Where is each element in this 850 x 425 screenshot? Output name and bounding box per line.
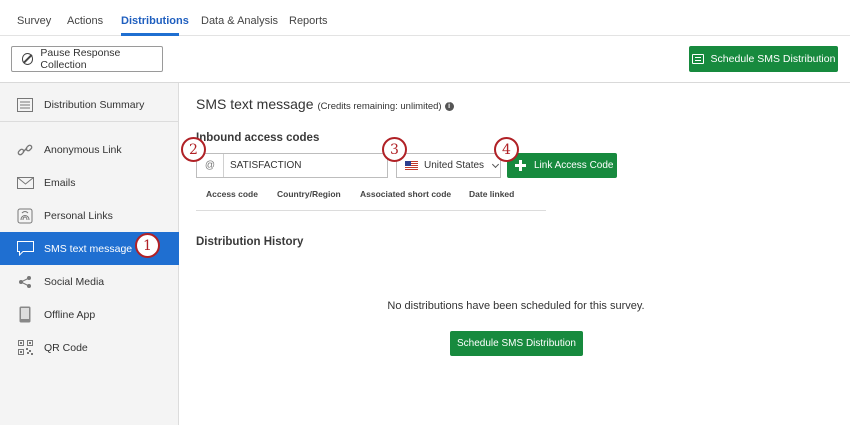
sidebar-item-emails[interactable]: Emails: [0, 166, 179, 199]
sidebar-item-qr-code[interactable]: QR Code: [0, 331, 179, 364]
sidebar-item-offline-app[interactable]: Offline App: [0, 298, 179, 331]
inbound-access-codes-heading: Inbound access codes: [196, 132, 320, 144]
table-divider: [196, 210, 546, 211]
sidebar-item-label: Anonymous Link: [44, 143, 122, 156]
page-title-text: SMS text message: [196, 96, 314, 112]
plus-icon: [515, 160, 526, 171]
callout-marker-1: 1: [135, 233, 160, 258]
prohibited-icon: [22, 53, 34, 65]
action-bar: Pause Response Collection Schedule SMS D…: [0, 36, 850, 83]
column-header-date-linked: Date linked: [469, 189, 515, 199]
callout-marker-4: 4: [494, 137, 519, 162]
access-code-input[interactable]: [224, 154, 387, 177]
info-icon[interactable]: i: [444, 102, 454, 111]
list-icon: [16, 97, 34, 113]
tab-actions[interactable]: Actions: [67, 15, 103, 27]
sidebar-item-distribution-summary[interactable]: Distribution Summary: [0, 89, 179, 122]
link-button-label: Link Access Code: [534, 160, 614, 171]
page-title: SMS text message (Credits remaining: unli…: [196, 96, 454, 112]
sidebar-item-label: Distribution Summary: [44, 99, 145, 111]
empty-state-message: No distributions have been scheduled for…: [387, 300, 645, 312]
top-nav: Survey Actions Distributions Data & Anal…: [0, 0, 850, 36]
callout-marker-2: 2: [181, 137, 206, 162]
link-icon: [16, 142, 34, 158]
column-header-access-code: Access code: [206, 189, 258, 199]
sidebar-item-label: Social Media: [44, 275, 105, 288]
tablet-icon: [16, 306, 34, 323]
tab-reports[interactable]: Reports: [289, 15, 328, 27]
envelope-icon: [16, 175, 34, 191]
access-code-field[interactable]: @: [196, 153, 388, 178]
share-icon: [16, 274, 34, 290]
schedule-top-button-label: Schedule SMS Distribution: [710, 53, 836, 65]
schedule-sms-distribution-button[interactable]: Schedule SMS Distribution: [450, 331, 583, 356]
distribution-history-heading: Distribution History: [196, 236, 304, 248]
sidebar-item-label: QR Code: [44, 341, 88, 354]
schedule-sms-distribution-top-button[interactable]: Schedule SMS Distribution: [689, 46, 838, 72]
sidebar-item-label: Personal Links: [44, 209, 113, 222]
fingerprint-icon: [16, 208, 34, 224]
tab-survey[interactable]: Survey: [17, 15, 51, 27]
sidebar-item-label: Emails: [44, 176, 76, 189]
country-select[interactable]: United States: [396, 153, 501, 178]
column-header-associated-short-code: Associated short code: [360, 189, 452, 199]
link-access-code-button[interactable]: Link Access Code: [507, 153, 617, 178]
sidebar-item-anonymous-link[interactable]: Anonymous Link: [0, 133, 179, 166]
country-select-value: United States: [424, 160, 485, 171]
sidebar-item-social-media[interactable]: Social Media: [0, 265, 179, 298]
pause-response-collection-button[interactable]: Pause Response Collection: [11, 46, 163, 72]
us-flag-icon: [405, 161, 418, 170]
tab-data-analysis[interactable]: Data & Analysis: [201, 15, 278, 27]
qr-code-icon: [16, 340, 34, 356]
callout-marker-3: 3: [382, 137, 407, 162]
sidebar-item-label: SMS text message: [44, 242, 133, 255]
column-header-country-region: Country/Region: [277, 189, 341, 199]
message-icon: [691, 54, 704, 64]
credits-remaining: (Credits remaining: unlimited): [317, 101, 442, 112]
tab-distributions[interactable]: Distributions: [121, 15, 189, 27]
sidebar-item-label: Offline App: [44, 308, 96, 321]
pause-button-label: Pause Response Collection: [40, 47, 121, 71]
chevron-down-icon: [492, 160, 500, 168]
sidebar-item-personal-links[interactable]: Personal Links: [0, 199, 179, 232]
chat-icon: [16, 241, 34, 257]
